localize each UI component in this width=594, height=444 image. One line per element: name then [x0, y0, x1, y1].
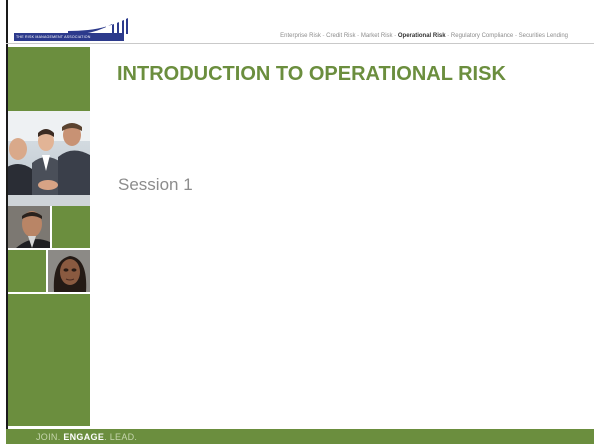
- rma-logo-mark-icon: [68, 18, 128, 34]
- header-divider: [6, 43, 594, 44]
- nav-item-enterprise-risk[interactable]: Enterprise Risk: [280, 33, 321, 39]
- nav-item-operational-risk[interactable]: Operational Risk: [398, 33, 446, 39]
- rma-logo: THE RISK MANAGEMENT ASSOCIATION: [14, 18, 128, 44]
- slogan-engage: ENGAGE: [63, 432, 105, 442]
- slide-title: INTRODUCTION TO OPERATIONAL RISK: [117, 63, 506, 85]
- footer-bar: JOIN. ENGAGE. LEAD.: [6, 429, 594, 444]
- nav-item-regulatory-compliance[interactable]: Regulatory Compliance: [451, 33, 513, 39]
- slide: THE RISK MANAGEMENT ASSOCIATION Enterpri…: [0, 0, 594, 444]
- nav-item-market-risk[interactable]: Market Risk: [361, 33, 393, 39]
- green-block-bottom: [8, 294, 90, 426]
- green-block-mid-right: [52, 206, 90, 248]
- slogan-join: JOIN.: [36, 432, 64, 442]
- nav-item-credit-risk[interactable]: Credit Risk: [326, 33, 355, 39]
- woman-portrait-photo: [48, 250, 90, 292]
- top-navigation: Enterprise Risk - Credit Risk - Market R…: [280, 33, 568, 39]
- logo-tagline: THE RISK MANAGEMENT ASSOCIATION: [16, 35, 91, 39]
- nav-item-securities-lending[interactable]: Securities Lending: [519, 33, 568, 39]
- slogan-lead: . LEAD.: [104, 432, 138, 442]
- footer-slogan: JOIN. ENGAGE. LEAD.: [36, 432, 137, 442]
- man-portrait-photo: [8, 206, 50, 248]
- slide-subtitle: Session 1: [118, 175, 193, 194]
- meeting-photo: [8, 111, 90, 206]
- green-block-mid-left: [8, 250, 46, 292]
- green-block-top: [8, 47, 90, 111]
